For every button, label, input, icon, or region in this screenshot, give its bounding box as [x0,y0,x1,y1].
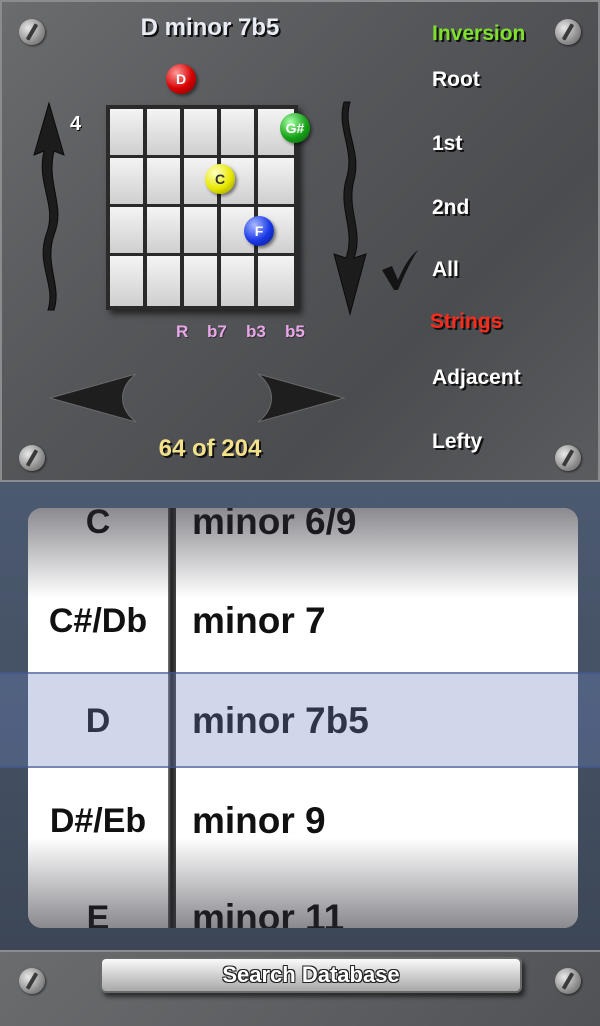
type-option[interactable]: minor 6/9 [192,508,357,569]
left-arrow-icon[interactable] [48,370,140,426]
screw-icon [19,968,45,994]
type-option[interactable]: minor 9 [192,774,326,868]
inversion-1st-option[interactable]: 1st [432,132,462,156]
root-option[interactable]: D#/Eb [28,774,168,868]
fretboard [106,105,298,310]
note-dot-gsharp: G# [280,113,310,143]
chord-counter: 64 of 204 [158,435,262,462]
type-option[interactable]: minor 7 [192,574,326,668]
root-option[interactable]: C#/Db [28,574,168,668]
screw-icon [555,968,581,994]
screw-icon [555,19,581,45]
inversion-2nd-option[interactable]: 2nd [432,196,469,220]
strings-lefty-option[interactable]: Lefty [432,430,482,454]
screw-icon [555,445,581,471]
note-dot-d: D [166,64,196,94]
inversion-all-option[interactable]: All [432,258,459,282]
inversion-header: Inversion [432,22,526,45]
interval-label: R [176,322,189,341]
search-database-button[interactable]: Search Database [100,957,522,993]
strings-adjacent-option[interactable]: Adjacent [432,366,521,390]
right-arrow-icon[interactable] [254,370,346,426]
interval-label: b5 [285,322,305,341]
inversion-root-option[interactable]: Root [432,68,480,92]
screw-icon [19,445,45,471]
interval-label: b7 [207,322,227,341]
picker-selection-indicator [0,672,600,768]
strings-header: Strings [430,310,503,333]
type-option[interactable]: minor 11 [192,871,344,928]
interval-label: b3 [246,322,266,341]
root-option[interactable]: E [28,871,168,929]
checkmark-icon [382,250,418,290]
note-dot-f: F [244,216,274,246]
note-dot-c: C [205,164,235,194]
chord-title: D minor 7b5 [140,14,280,41]
up-wavy-arrow-icon[interactable] [26,95,72,315]
down-wavy-arrow-icon[interactable] [326,100,372,320]
root-option[interactable]: C [28,508,168,569]
